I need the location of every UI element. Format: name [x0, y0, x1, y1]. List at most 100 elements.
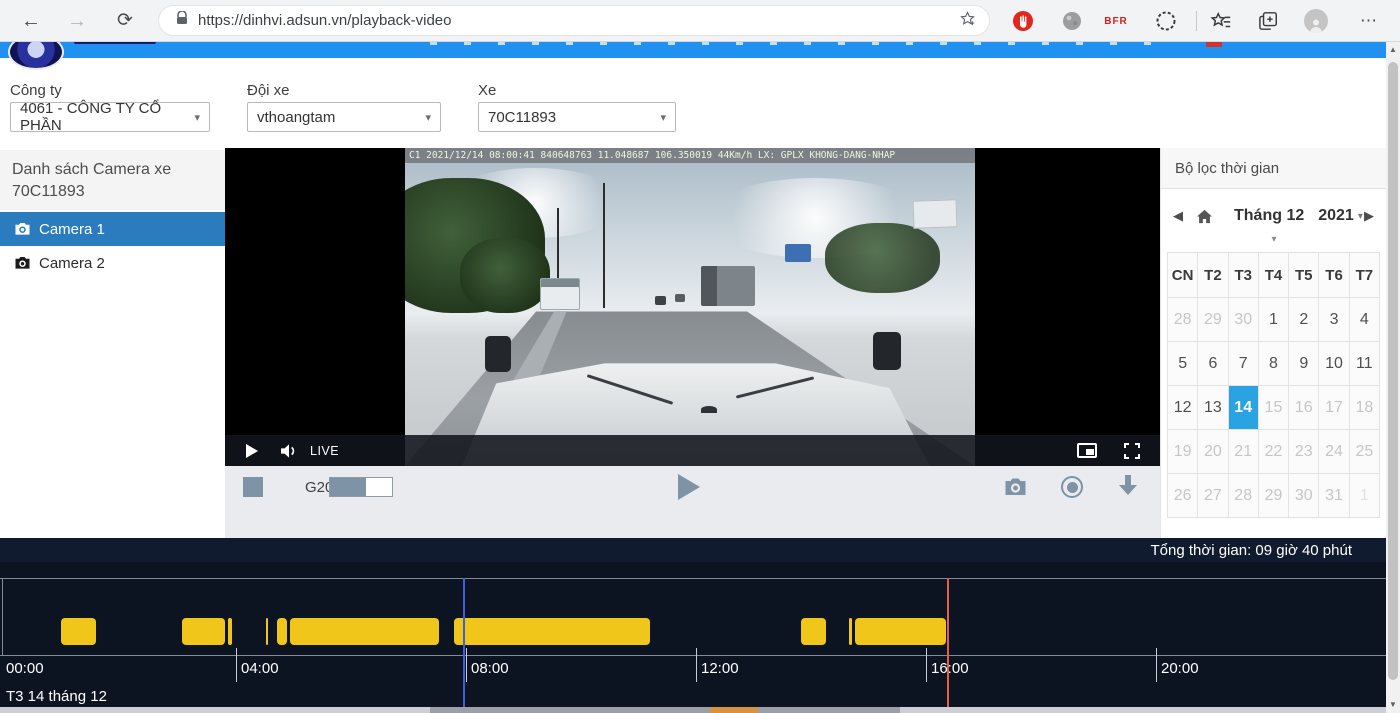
calendar-day[interactable]: 24	[1319, 430, 1349, 474]
calendar-day[interactable]: 26	[1168, 474, 1198, 518]
roadside-trees	[460, 238, 550, 313]
calendar-day[interactable]: 23	[1289, 430, 1319, 474]
picture-in-picture-icon[interactable]	[1077, 443, 1097, 458]
calendar-day[interactable]: 19	[1168, 430, 1198, 474]
calendar-day[interactable]: 31	[1319, 474, 1349, 518]
vertical-scrollbar[interactable]: ▲ ▼	[1386, 42, 1400, 713]
calendar-day[interactable]: 4	[1350, 298, 1380, 342]
video-frame[interactable]: C1 2021/12/14 08:00:41 840648763 11.0486…	[405, 148, 975, 466]
calendar-day[interactable]: 7	[1229, 342, 1259, 386]
page: ← → ⟳ https://dinhvi.adsun.vn/playback-v…	[0, 0, 1400, 713]
record-button[interactable]	[1061, 476, 1083, 498]
calendar-day[interactable]: 20	[1198, 430, 1228, 474]
weekday-CN: CN	[1168, 253, 1198, 298]
collections-icon[interactable]	[1256, 8, 1282, 34]
back-icon[interactable]: ←	[16, 0, 46, 42]
vehicle-label: Xe	[478, 82, 496, 99]
timeline-recording-segment[interactable]	[61, 618, 97, 645]
utility-pole	[603, 183, 605, 308]
calendar-day[interactable]: 14	[1229, 386, 1259, 430]
refresh-icon[interactable]: ⟳	[110, 0, 140, 42]
calendar-day[interactable]: 29	[1259, 474, 1289, 518]
company-select[interactable]: 4061 - CÔNG TY CỔ PHẦN ▾	[10, 102, 210, 132]
calendar-day[interactable]: 29	[1198, 298, 1228, 342]
timeline-recording-segment[interactable]	[855, 618, 946, 645]
bfr-extension-icon[interactable]: BFR	[1103, 8, 1129, 34]
total-time-text: Tổng thời gian: 09 giờ 40 phút	[1151, 542, 1352, 559]
horizontal-scrollbar[interactable]	[0, 707, 1386, 713]
calendar-day[interactable]: 8	[1259, 342, 1289, 386]
extension-sphere-icon[interactable]	[1059, 8, 1085, 34]
timeline-recording-segment[interactable]	[266, 618, 268, 645]
calendar-day[interactable]: 16	[1289, 386, 1319, 430]
calendar-day[interactable]: 28	[1168, 298, 1198, 342]
favorites-list-icon[interactable]	[1208, 8, 1234, 34]
calendar-day[interactable]: 5	[1168, 342, 1198, 386]
play-icon[interactable]	[246, 444, 258, 458]
calendar-day[interactable]: 1	[1350, 474, 1380, 518]
vehicle-select[interactable]: 70C11893 ▾	[478, 102, 676, 132]
snapshot-button[interactable]	[1003, 477, 1028, 497]
calendar-day[interactable]: 11	[1350, 342, 1380, 386]
calendar-day[interactable]: 18	[1350, 386, 1380, 430]
year-caret-icon: ▾	[1358, 211, 1363, 222]
download-button[interactable]	[1117, 474, 1139, 499]
calendar-day[interactable]: 2	[1289, 298, 1319, 342]
address-bar[interactable]: https://dinhvi.adsun.vn/playback-video	[158, 5, 990, 36]
right-mirror	[873, 332, 901, 370]
timeline-playhead[interactable]	[463, 578, 465, 707]
timeline-left-border	[2, 578, 3, 655]
timeline[interactable]: T3 14 tháng 12 00:0004:0008:0012:0016:00…	[0, 562, 1386, 707]
timeline-hour-label: 00:00	[6, 660, 44, 677]
calendar-day[interactable]: 12	[1168, 386, 1198, 430]
scroll-up-icon[interactable]: ▲	[1386, 42, 1400, 58]
timeline-recording-segment[interactable]	[801, 618, 826, 645]
timeline-recording-segment[interactable]	[277, 618, 287, 645]
more-menu-icon[interactable]: ⋯	[1356, 8, 1382, 34]
timeline-recording-segment[interactable]	[290, 618, 440, 645]
adblock-icon[interactable]	[1010, 8, 1036, 34]
timeline-recording-segment[interactable]	[228, 618, 232, 645]
truck	[701, 266, 755, 306]
gain-meter[interactable]	[329, 477, 393, 497]
chevron-down-icon: ▾	[194, 111, 200, 124]
volume-icon[interactable]	[280, 443, 298, 459]
calendar-day[interactable]: 10	[1319, 342, 1349, 386]
calendar-day[interactable]: 9	[1289, 342, 1319, 386]
home-icon[interactable]	[1196, 209, 1213, 224]
calendar-month[interactable]: Tháng 12	[1234, 207, 1304, 225]
timeline-recording-segment[interactable]	[182, 618, 225, 645]
calendar-day[interactable]: 21	[1229, 430, 1259, 474]
calendar-day[interactable]: 6	[1198, 342, 1228, 386]
calendar-day[interactable]: 30	[1289, 474, 1319, 518]
stop-button[interactable]	[243, 477, 263, 497]
calendar-day[interactable]: 3	[1319, 298, 1349, 342]
calendar-day[interactable]: 17	[1319, 386, 1349, 430]
camera-2-item[interactable]: Camera 2	[0, 246, 225, 280]
vertical-scrollbar-thumb[interactable]	[1388, 62, 1398, 680]
profile-avatar[interactable]	[1303, 8, 1329, 34]
scroll-down-icon[interactable]: ▼	[1386, 697, 1400, 713]
video-player[interactable]: C1 2021/12/14 08:00:41 840648763 11.0486…	[225, 148, 1160, 466]
playback-play-button[interactable]	[678, 474, 700, 500]
calendar-day[interactable]: 13	[1198, 386, 1228, 430]
calendar-year[interactable]: 2021	[1318, 207, 1354, 225]
seal-extension-icon[interactable]	[1153, 8, 1179, 34]
fleet-select[interactable]: vthoangtam ▾	[247, 102, 441, 132]
calendar-day[interactable]: 15	[1259, 386, 1289, 430]
calendar-day[interactable]: 22	[1259, 430, 1289, 474]
calendar-day[interactable]: 25	[1350, 430, 1380, 474]
camera-1-item[interactable]: Camera 1	[0, 212, 225, 246]
calendar-day[interactable]: 30	[1229, 298, 1259, 342]
next-month-icon[interactable]: ▶	[1364, 208, 1374, 224]
timeline-recording-segment[interactable]	[454, 618, 651, 645]
timeline-recording-segment[interactable]	[849, 618, 852, 645]
calendar-day[interactable]: 27	[1198, 474, 1228, 518]
prev-month-icon[interactable]: ◀	[1173, 208, 1183, 224]
url-text[interactable]: https://dinhvi.adsun.vn/playback-video	[198, 12, 451, 29]
favorite-star-icon[interactable]	[959, 10, 976, 32]
calendar-day[interactable]: 1	[1259, 298, 1289, 342]
calendar-day[interactable]: 28	[1229, 474, 1259, 518]
horizontal-scrollbar-thumb[interactable]	[430, 707, 900, 713]
fullscreen-icon[interactable]	[1124, 443, 1140, 459]
